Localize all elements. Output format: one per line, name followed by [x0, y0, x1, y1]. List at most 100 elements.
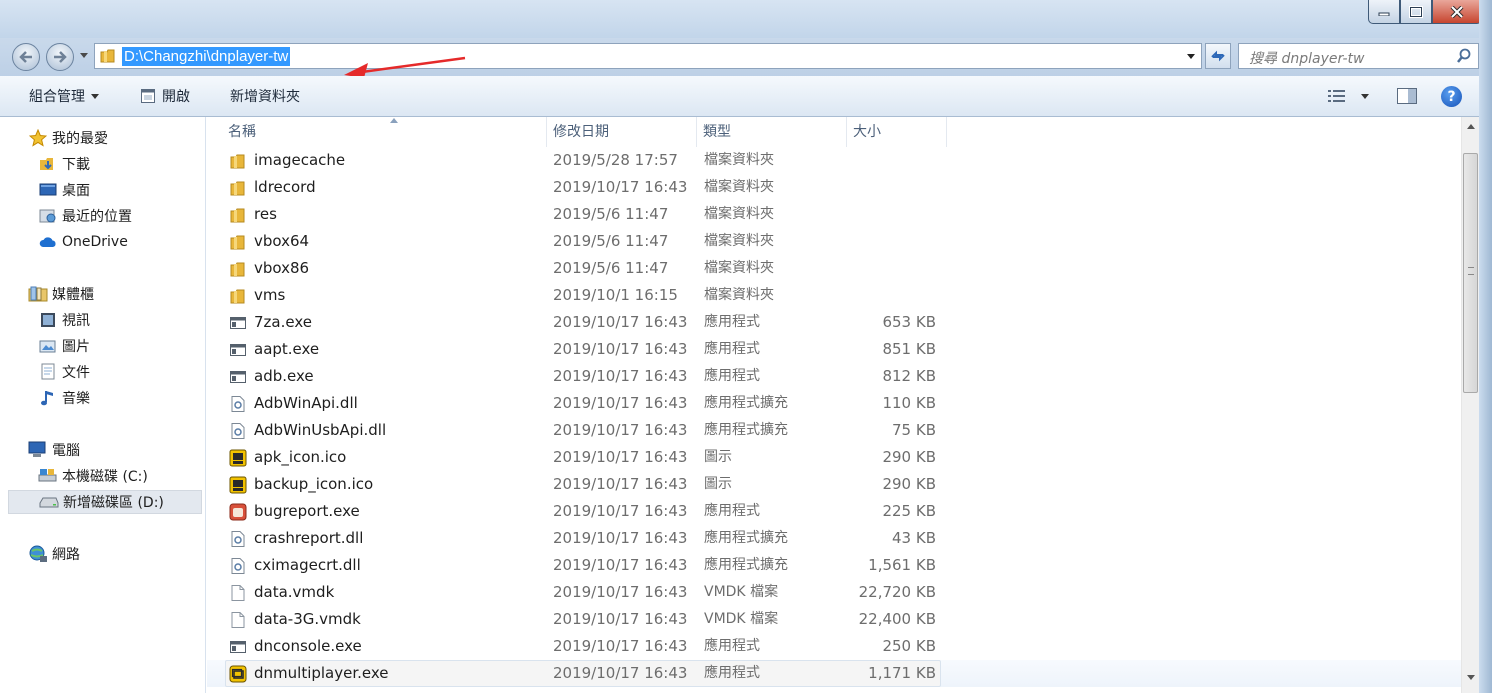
nav-computer[interactable]: 電腦 [8, 438, 202, 462]
file-name: data.vmdk [254, 583, 335, 601]
file-row[interactable]: bugreport.exe 2019/10/17 16:43 應用程式 225 KB [207, 498, 1461, 525]
file-name: adb.exe [254, 367, 314, 385]
file-row[interactable]: 7za.exe 2019/10/17 16:43 應用程式 653 KB [207, 309, 1461, 336]
nav-favorites[interactable]: 我的最愛 [8, 126, 202, 150]
nav-downloads[interactable]: 下載 [8, 152, 202, 176]
system-drive-icon [38, 466, 58, 486]
open-label: 開啟 [162, 89, 190, 105]
nav-drive-d[interactable]: 新增磁碟區 (D:) [8, 490, 202, 514]
nav-label: 媒體櫃 [52, 287, 94, 303]
open-button[interactable]: 開啟 [140, 86, 190, 106]
file-size: 43 KB [892, 529, 936, 547]
file-row[interactable]: data-3G.vmdk 2019/10/17 16:43 VMDK 檔案 22,40… [207, 606, 1461, 633]
back-button[interactable] [12, 43, 40, 71]
organize-button[interactable]: 組合管理 [29, 86, 99, 106]
column-header-size[interactable]: 大小 [847, 117, 947, 147]
videos-icon [38, 310, 58, 330]
file-size [847, 174, 936, 201]
change-view-button[interactable] [1327, 88, 1369, 104]
refresh-button[interactable] [1205, 43, 1231, 69]
forward-button[interactable] [46, 43, 74, 71]
file-row[interactable]: aapt.exe 2019/10/17 16:43 應用程式 851 KB [207, 336, 1461, 363]
file-type: 應用程式擴充 [704, 395, 788, 411]
minimize-button[interactable] [1368, 0, 1400, 24]
nav-documents[interactable]: 文件 [8, 360, 202, 384]
file-size: 290 KB [882, 448, 936, 466]
file-size [847, 255, 936, 282]
scroll-up-icon[interactable] [1467, 124, 1475, 129]
nav-onedrive[interactable]: OneDrive [8, 230, 202, 254]
file-row[interactable]: AdbWinApi.dll 2019/10/17 16:43 應用程式擴充 110 K… [207, 390, 1461, 417]
file-icon [229, 584, 247, 602]
nav-libraries[interactable]: 媒體櫃 [8, 282, 202, 306]
nav-label: 新增磁碟區 (D:) [63, 495, 164, 511]
exe-icon [229, 341, 247, 359]
column-header-type[interactable]: 類型 [697, 117, 847, 147]
file-type: 檔案資料夾 [704, 179, 774, 195]
file-row[interactable]: imagecache 2019/5/28 17:57 檔案資料夾 [207, 147, 1461, 174]
nav-drive-c[interactable]: 本機磁碟 (C:) [8, 464, 202, 488]
file-name: apk_icon.ico [254, 448, 347, 466]
file-row[interactable]: apk_icon.ico 2019/10/17 16:43 圖示 290 KB [207, 444, 1461, 471]
file-row[interactable]: vms 2019/10/1 16:15 檔案資料夾 [207, 282, 1461, 309]
file-name: res [254, 205, 277, 223]
apk-ico-icon [229, 449, 247, 467]
dll-icon [229, 422, 247, 440]
file-row[interactable]: AdbWinUsbApi.dll 2019/10/17 16:43 應用程式擴充 75… [207, 417, 1461, 444]
file-row[interactable]: adb.exe 2019/10/17 16:43 應用程式 812 KB [207, 363, 1461, 390]
file-row[interactable]: vbox64 2019/5/6 11:47 檔案資料夾 [207, 228, 1461, 255]
file-size: 812 KB [882, 367, 936, 385]
file-size: 110 KB [882, 394, 936, 412]
file-row[interactable]: crashreport.dll 2019/10/17 16:43 應用程式擴充 43 … [207, 525, 1461, 552]
new-folder-button[interactable]: 新增資料夾 [230, 86, 300, 106]
scroll-down-icon[interactable] [1467, 675, 1475, 680]
forward-arrow-icon [54, 51, 67, 63]
window-frame-edge [1479, 0, 1492, 693]
file-date: 2019/10/17 16:43 [553, 367, 688, 385]
file-row[interactable]: backup_icon.ico 2019/10/17 16:43 圖示 290 KB [207, 471, 1461, 498]
file-name: ldrecord [254, 178, 316, 196]
command-bar: 組合管理 開啟 新增資料夾 ? [0, 76, 1492, 117]
view-details-icon [1328, 90, 1345, 102]
help-icon[interactable]: ? [1441, 86, 1462, 107]
vertical-scrollbar[interactable] [1461, 117, 1479, 693]
exe-icon [229, 368, 247, 386]
file-row[interactable]: dnconsole.exe 2019/10/17 16:43 應用程式 250 KB [207, 633, 1461, 660]
file-type: 檔案資料夾 [704, 260, 774, 276]
libraries-icon [28, 284, 48, 304]
address-path[interactable]: D:\Changzhi\dnplayer-tw [122, 47, 291, 66]
column-header-name[interactable]: 名稱 [222, 117, 547, 147]
maximize-icon [1409, 5, 1423, 18]
file-size: 1,171 KB [868, 664, 936, 682]
address-dropdown-icon[interactable] [1187, 54, 1195, 59]
minimize-icon [1378, 12, 1390, 16]
file-size: 1,561 KB [868, 556, 936, 574]
column-header-date[interactable]: 修改日期 [547, 117, 697, 147]
close-button[interactable] [1432, 0, 1482, 24]
file-row[interactable]: ldrecord 2019/10/17 16:43 檔案資料夾 [207, 174, 1461, 201]
file-row[interactable]: data.vmdk 2019/10/17 16:43 VMDK 檔案 22,720 K… [207, 579, 1461, 606]
nav-desktop[interactable]: 桌面 [8, 178, 202, 202]
file-name: vms [254, 286, 286, 304]
search-icon[interactable] [1456, 48, 1472, 64]
address-bar[interactable]: D:\Changzhi\dnplayer-tw [94, 43, 1202, 69]
recent-pages-dropdown[interactable] [80, 53, 88, 58]
back-arrow-icon [19, 51, 32, 63]
search-input[interactable]: 搜尋 dnplayer-tw [1238, 43, 1479, 69]
file-type: 應用程式 [704, 341, 760, 357]
file-row[interactable]: cximagecrt.dll 2019/10/17 16:43 應用程式擴充 1,56… [207, 552, 1461, 579]
file-size: 851 KB [882, 340, 936, 358]
maximize-button[interactable] [1400, 0, 1432, 24]
file-size: 22,400 KB [858, 610, 936, 628]
preview-pane-icon[interactable] [1396, 87, 1418, 105]
scroll-thumb[interactable] [1463, 153, 1478, 393]
nav-recent[interactable]: 最近的位置 [8, 204, 202, 228]
nav-network[interactable]: 網路 [8, 542, 202, 566]
nav-videos[interactable]: 視訊 [8, 308, 202, 332]
file-row[interactable]: res 2019/5/6 11:47 檔案資料夾 [207, 201, 1461, 228]
nav-music[interactable]: 音樂 [8, 386, 202, 410]
file-row[interactable]: dnmultiplayer.exe 2019/10/17 16:43 應用程式 1,1… [207, 660, 1461, 687]
file-row[interactable]: vbox86 2019/5/6 11:47 檔案資料夾 [207, 255, 1461, 282]
nav-pictures[interactable]: 圖片 [8, 334, 202, 358]
folder-icon [229, 179, 247, 197]
